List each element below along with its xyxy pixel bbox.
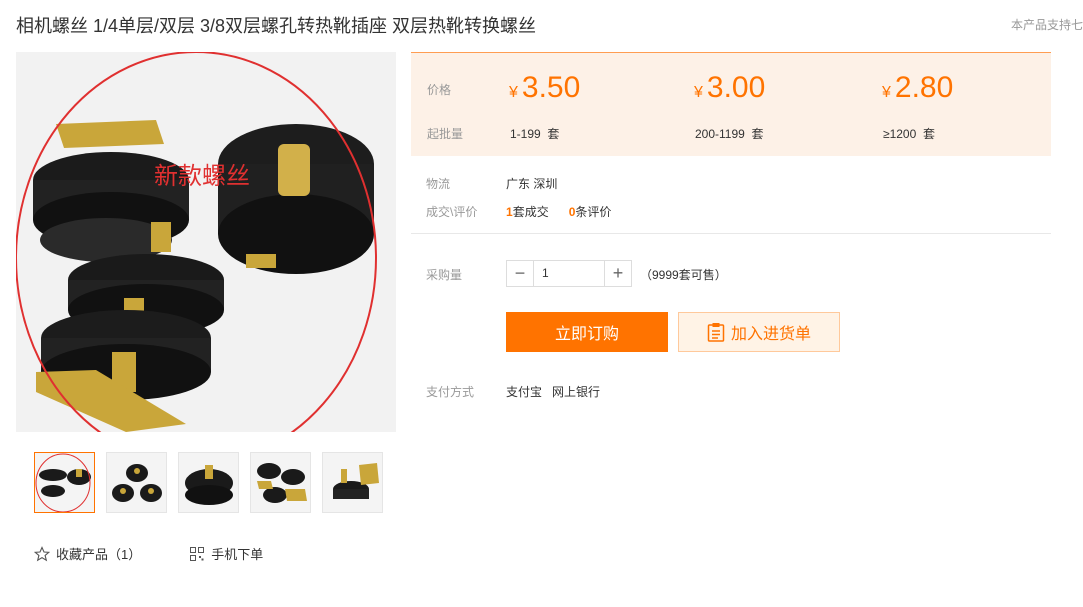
thumbnail-2[interactable]	[106, 452, 167, 513]
star-icon	[34, 545, 50, 561]
price-value: 3.00	[706, 71, 766, 104]
stock-available: （9999套可售）	[640, 268, 727, 282]
payment-method-bank: 网上银行	[552, 385, 601, 399]
price-tier-2: ¥3.00	[694, 71, 766, 104]
review-count-link[interactable]: 0条评价	[569, 203, 612, 220]
moq-tier-1: 1-199 套	[510, 127, 560, 141]
logistics-label: 物流	[426, 177, 451, 191]
bottom-links: 收藏产品（1） 手机下单	[34, 544, 263, 563]
price-value: 3.50	[521, 71, 581, 104]
thumbnail-strip	[34, 452, 383, 513]
price-value: 2.80	[894, 71, 954, 104]
moq-label: 起批量	[427, 127, 464, 141]
moq-tier-3: ≥1200 套	[883, 127, 935, 141]
qr-code-icon	[190, 546, 205, 561]
payment-method-alipay: 支付宝	[506, 385, 543, 399]
quantity-stepper: − 1 +	[506, 260, 632, 287]
quantity-input[interactable]: 1	[534, 260, 604, 287]
favorite-link[interactable]: 收藏产品（1）	[34, 544, 141, 563]
price-tier-3: ¥2.80	[882, 71, 954, 104]
increment-button[interactable]: +	[604, 260, 632, 287]
deals-label: 成交\评价	[426, 205, 478, 219]
payment-label: 支付方式	[426, 385, 475, 399]
favorite-label: 收藏产品（1）	[56, 547, 142, 562]
purchase-label: 采购量	[426, 268, 463, 282]
moq-tier-2: 200-1199 套	[695, 127, 764, 141]
main-product-image[interactable]: 新款螺丝	[16, 52, 396, 432]
logistics-row: 物流 广东 深圳	[426, 175, 557, 192]
logistics-value: 广东 深圳	[506, 177, 558, 191]
image-caption: 新款螺丝	[154, 162, 250, 190]
clipboard-icon	[707, 323, 725, 342]
thumbnail-1[interactable]	[34, 452, 95, 513]
decrement-button[interactable]: −	[506, 260, 534, 287]
buy-now-button[interactable]: 立即订购	[506, 312, 668, 352]
thumbnail-4[interactable]	[250, 452, 311, 513]
support-note: 本产品支持七	[1010, 18, 1083, 32]
price-panel: 价格 起批量 ¥3.50 ¥3.00 ¥2.80 1-199 套 200-119…	[411, 52, 1051, 156]
divider	[411, 233, 1051, 234]
mobile-order-label: 手机下单	[211, 547, 264, 562]
mobile-order-link[interactable]: 手机下单	[189, 544, 263, 563]
add-to-cart-label: 加入进货单	[730, 326, 811, 343]
add-to-cart-button[interactable]: 加入进货单	[678, 312, 840, 352]
product-title: 相机螺丝 1/4单层/双层 3/8双层螺孔转热靴插座 双层热靴转换螺丝	[16, 16, 537, 36]
price-tier-1: ¥3.50	[509, 71, 581, 104]
deal-count-link[interactable]: 1套成交	[506, 203, 549, 220]
thumbnail-3[interactable]	[178, 452, 239, 513]
deals-row: 成交\评价 1套成交 0条评价	[426, 203, 611, 220]
purchase-label-row: 采购量	[426, 266, 506, 283]
payment-row: 支付方式 支付宝 网上银行	[426, 383, 600, 400]
thumbnail-5[interactable]	[322, 452, 383, 513]
product-photo-illustration	[16, 52, 396, 432]
price-label: 价格	[427, 83, 452, 97]
